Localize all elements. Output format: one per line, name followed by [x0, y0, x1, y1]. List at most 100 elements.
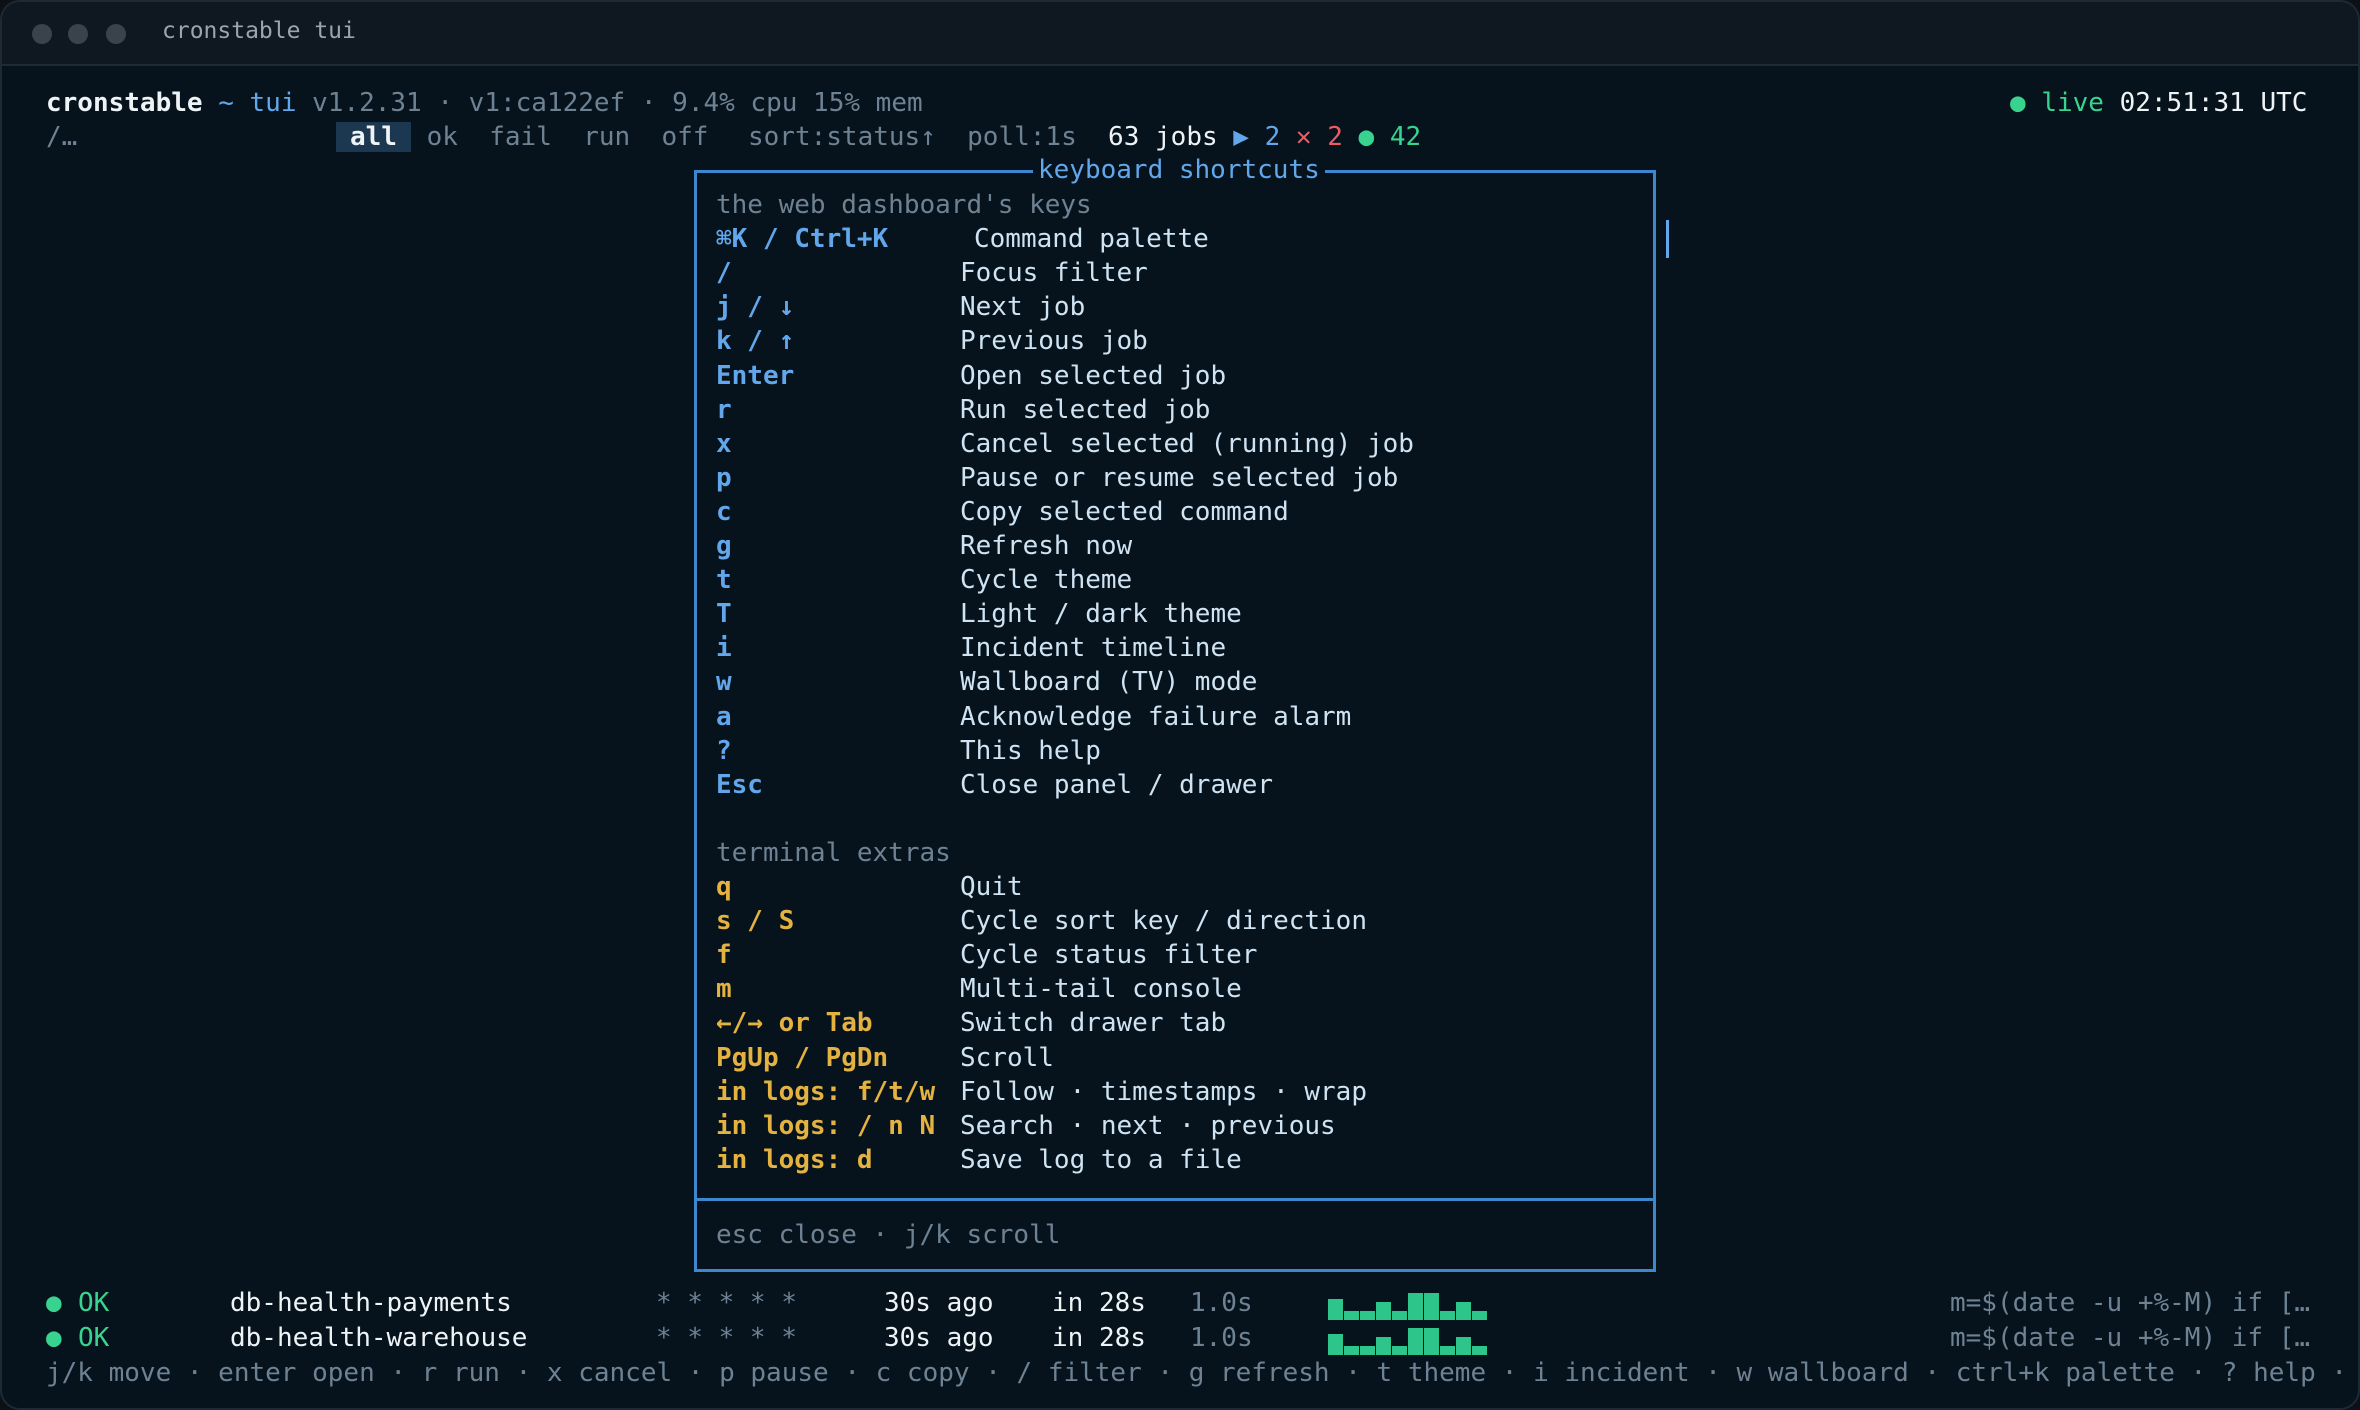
shortcut-description: Copy selected command: [960, 496, 1289, 527]
shortcut-key: /: [716, 258, 732, 289]
sparkline-bar: [1424, 1328, 1439, 1355]
app-name: cronstable: [46, 88, 203, 118]
sparkline-bar: [1408, 1328, 1423, 1355]
shortcut-key: i: [716, 633, 732, 664]
job-summary: sort:status↑ poll:1s 63 jobs ▶ 2 ✕ 2 ● 4…: [748, 120, 1421, 154]
shortcut-description: Cycle sort key / direction: [960, 906, 1367, 937]
job-name: db-health-warehouse: [230, 1323, 528, 1353]
close-window-button[interactable]: [32, 24, 52, 44]
shortcut-key: in logs: f/t/w: [716, 1076, 936, 1107]
poll-interval: poll:1s: [967, 122, 1077, 152]
shortcut-description: Switch drawer tab: [960, 1008, 1227, 1039]
section-heading: the web dashboard's keys: [716, 190, 1092, 220]
keybinding-bar: j/k move · enter open · r run · x cancel…: [46, 1358, 2360, 1388]
run-history-sparkline: [1328, 1288, 1487, 1320]
modal-scrollbar[interactable]: [1666, 220, 1669, 258]
shortcut-description: Close panel / drawer: [960, 769, 1274, 800]
sparkline-bar: [1376, 1302, 1391, 1320]
shortcut-description: Command palette: [974, 224, 1209, 255]
system-meta: v1.2.31 · v1:ca122ef · 9.4% cpu 15% mem: [312, 88, 923, 118]
status-label: OK: [78, 1288, 110, 1318]
terminal-window: cronstable tui cronstable ~ tui v1.2.31 …: [0, 0, 2360, 1410]
sparkline-bar: [1424, 1293, 1439, 1320]
live-label: live: [2041, 88, 2104, 118]
running-count: 2: [1264, 122, 1281, 152]
shortcut-key: r: [716, 394, 732, 425]
job-schedule: * * * * *: [656, 1288, 797, 1318]
minimize-window-button[interactable]: [68, 24, 88, 44]
next-run: in 28s: [1052, 1323, 1146, 1353]
shortcut-key: g: [716, 531, 732, 561]
shortcut-key: x: [716, 428, 732, 459]
table-row[interactable]: ● OK db-health-warehouse * * * * * 30s ago in…: [2, 1321, 2358, 1355]
maximize-window-button[interactable]: [106, 24, 126, 44]
job-command: m=$(date -u +%-M) if […: [1950, 1288, 2311, 1318]
modal-title: keyboard shortcuts: [1033, 153, 1325, 187]
sparkline-bar: [1376, 1337, 1391, 1355]
shortcut-key: f: [716, 940, 732, 971]
shortcut-key: PgUp / PgDn: [716, 1042, 889, 1073]
last-run: 30s ago: [884, 1323, 994, 1353]
window-title: cronstable tui: [162, 18, 356, 44]
shortcut-key: c: [716, 496, 732, 527]
filter-tab-ok[interactable]: ok: [427, 122, 458, 152]
live-dot-icon: ●: [2010, 88, 2026, 118]
sparkline-bar: [1456, 1302, 1471, 1320]
shortcut-key: Esc: [716, 769, 763, 800]
sparkline-bar: [1472, 1311, 1487, 1320]
filter-tab-fail[interactable]: fail: [489, 122, 552, 152]
shortcut-description: Scroll: [960, 1042, 1054, 1073]
shortcut-description: Light / dark theme: [960, 599, 1242, 630]
sparkline-bar: [1328, 1299, 1343, 1320]
shortcut-key: t: [716, 565, 732, 596]
filter-tab-all[interactable]: all: [336, 122, 411, 152]
status-dot-icon: ●: [46, 1288, 62, 1318]
filter-tab-run[interactable]: run: [583, 122, 630, 152]
next-run: in 28s: [1052, 1288, 1146, 1318]
shortcut-key: a: [716, 701, 732, 732]
shortcut-key: ?: [716, 735, 732, 766]
table-row[interactable]: ● OK db-health-payments * * * * * 30s ago in …: [2, 1286, 2358, 1320]
status-filter-tabs: all ok fail run off: [336, 120, 708, 154]
filter-input[interactable]: /…: [46, 120, 77, 154]
header-separator: ~: [218, 88, 234, 118]
window-titlebar: cronstable tui: [2, 2, 2358, 66]
shortcut-description: Wallboard (TV) mode: [960, 667, 1258, 698]
sort-indicator[interactable]: sort:status↑: [748, 122, 936, 152]
shortcut-key: s / S: [716, 906, 795, 937]
sparkline-bar: [1440, 1311, 1455, 1320]
shortcut-description: Incident timeline: [960, 633, 1227, 664]
sparkline-bar: [1440, 1346, 1455, 1355]
shortcut-description: Refresh now: [960, 531, 1133, 561]
section-heading: terminal extras: [716, 837, 951, 868]
shortcut-key: p: [716, 462, 732, 493]
filter-tab-off[interactable]: off: [661, 122, 708, 152]
shortcut-description: Quit: [960, 872, 1023, 902]
ok-icon: ●: [1358, 122, 1375, 152]
run-duration: 1.0s: [1190, 1288, 1253, 1318]
sparkline-bar: [1392, 1346, 1407, 1355]
job-name: db-health-payments: [230, 1288, 512, 1318]
mode-label: tui: [249, 88, 297, 118]
shortcut-key: Enter: [716, 360, 795, 391]
sparkline-bar: [1328, 1334, 1343, 1355]
shortcut-description: Follow · timestamps · wrap: [960, 1076, 1367, 1107]
sparkline-bar: [1456, 1337, 1471, 1355]
shortcut-key: m: [716, 974, 732, 1005]
shortcut-description: Open selected job: [960, 360, 1227, 391]
shortcut-description: Cycle status filter: [960, 940, 1258, 971]
shortcut-description: This help: [960, 735, 1101, 766]
last-run: 30s ago: [884, 1288, 994, 1318]
run-duration: 1.0s: [1190, 1323, 1253, 1353]
modal-footer: esc close · j/k scroll: [716, 1220, 1061, 1250]
shortcut-description: Next job: [960, 292, 1086, 323]
shortcut-description: Search · next · previous: [960, 1110, 1336, 1141]
job-schedule: * * * * *: [656, 1323, 797, 1353]
shortcut-key: in logs: d: [716, 1144, 873, 1175]
shortcut-description: Multi-tail console: [960, 974, 1242, 1005]
shortcut-key: q: [716, 872, 732, 902]
shortcut-key: ⌘K / Ctrl+K: [716, 224, 889, 255]
shortcut-description: Save log to a file: [960, 1144, 1242, 1175]
sparkline-bar: [1344, 1346, 1359, 1355]
shortcut-key: T: [716, 599, 732, 630]
